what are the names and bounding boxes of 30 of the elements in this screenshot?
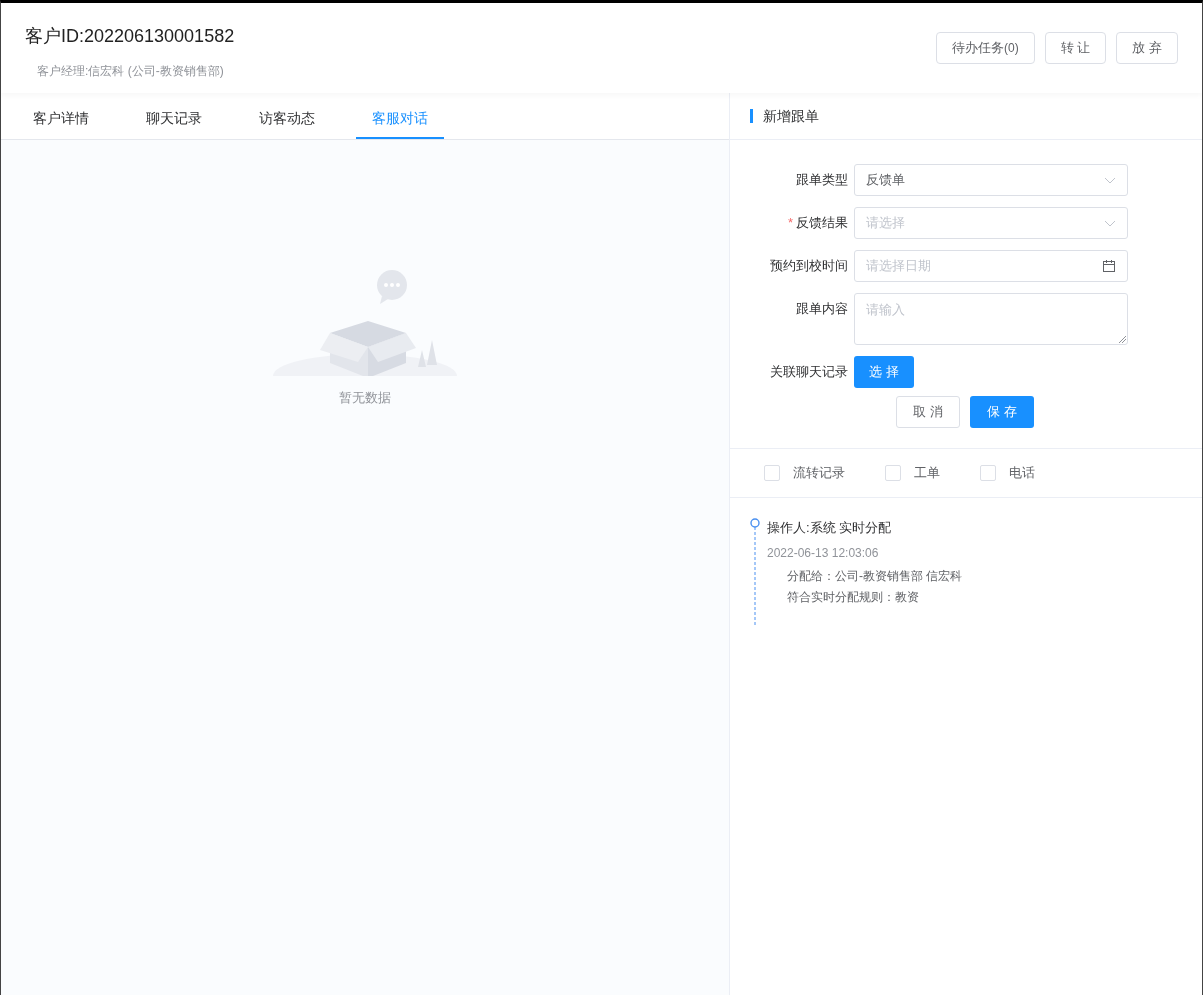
field-label: 预约到校时间	[770, 257, 848, 276]
calendar-icon	[1102, 259, 1116, 273]
checkbox-label: 电话	[1009, 464, 1035, 483]
checkbox[interactable]	[885, 465, 901, 481]
tab[interactable]: 聊天记录	[130, 99, 218, 139]
field-label: 反馈结果	[796, 214, 848, 233]
manager-subtitle: 客户经理:信宏科 (公司-教资销售部)	[37, 63, 225, 80]
field-label: 关联聊天记录	[770, 363, 848, 382]
cancel-button[interactable]: 取 消	[896, 396, 960, 428]
checkbox-label: 流转记录	[793, 464, 845, 483]
empty-message: 暂无数据	[339, 389, 391, 407]
select-field[interactable]: 反馈单	[854, 164, 1128, 196]
required-mark: *	[787, 214, 793, 233]
section-title: 新增跟单	[750, 109, 819, 123]
tab[interactable]: 客户详情	[17, 99, 105, 139]
customer-id-title: 客户ID:202206130001582	[25, 25, 235, 48]
timeline-detail: 分配给：公司-教资销售部 信宏科	[787, 567, 963, 585]
field-label: 跟单类型	[796, 171, 848, 190]
checkbox-label: 工单	[914, 464, 940, 483]
tab[interactable]: 访客动态	[243, 99, 331, 139]
checkbox[interactable]	[980, 465, 996, 481]
todo-tasks-button[interactable]: 待办任务(0)	[936, 32, 1035, 64]
checkbox[interactable]	[764, 465, 780, 481]
action-button[interactable]: 放 弃	[1116, 32, 1178, 64]
timeline-detail: 符合实时分配规则：教资	[787, 588, 920, 606]
resize-handle-icon	[1118, 335, 1126, 343]
timeline-title: 操作人:系统 实时分配	[767, 519, 893, 537]
action-button[interactable]: 转 让	[1044, 32, 1107, 64]
field-label: 跟单内容	[796, 300, 848, 319]
timeline-time: 2022-06-13 12:03:06	[767, 544, 880, 562]
